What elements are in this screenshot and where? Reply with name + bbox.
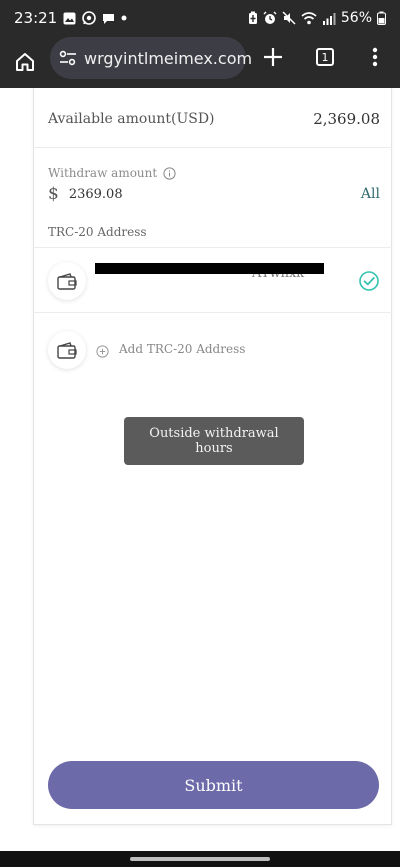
whatsapp-icon: [82, 11, 97, 25]
dot-icon: [121, 15, 127, 21]
battery-saver-icon: [248, 11, 258, 25]
address-list-item[interactable]: AYwhxk: [34, 247, 392, 313]
withdraw-card: Available amount(USD) 2,369.08 Withdraw …: [33, 88, 392, 825]
mute-icon: [282, 11, 296, 25]
withdraw-all-button[interactable]: All: [361, 186, 380, 202]
chat-icon: [102, 12, 115, 25]
home-gesture-handle[interactable]: [130, 857, 270, 861]
more-vert-icon: [372, 47, 378, 67]
battery-percent: 56%: [340, 10, 372, 26]
url-bar[interactable]: wrgyintlmeimex.com: [50, 37, 252, 79]
wifi-icon: [301, 11, 317, 25]
redaction-bar: [95, 263, 324, 274]
wallet-icon: [48, 331, 86, 369]
new-tab-button[interactable]: [258, 42, 288, 72]
add-address-row[interactable]: Add TRC-20 Address: [34, 327, 392, 373]
tab-switcher-button[interactable]: 1: [312, 44, 338, 70]
add-circle-icon: [96, 343, 109, 358]
tab-count: 1: [316, 48, 334, 66]
toast-message: Outside withdrawal hours: [124, 417, 304, 465]
site-settings-icon[interactable]: [58, 49, 78, 67]
url-text: wrgyintlmeimex.com: [84, 48, 253, 68]
check-circle-icon: [358, 270, 380, 292]
trc20-address-title: TRC-20 Address: [48, 225, 147, 239]
add-address-label: Add TRC-20 Address: [119, 342, 246, 356]
withdraw-amount-label-row: Withdraw amount: [48, 166, 176, 180]
divider: [34, 147, 392, 148]
status-bar: 23:21 56%: [0, 0, 400, 36]
submit-button[interactable]: Submit: [48, 761, 379, 809]
image-icon: [63, 12, 76, 25]
status-time: 23:21: [14, 9, 58, 27]
battery-icon: [377, 11, 386, 25]
system-nav-bar: [0, 851, 400, 867]
available-amount-value: 2,369.08: [313, 110, 380, 128]
available-amount-row: Available amount(USD) 2,369.08: [48, 110, 380, 128]
alarm-icon: [263, 11, 277, 25]
signal-icon: [322, 12, 336, 25]
withdraw-amount-input[interactable]: [68, 186, 269, 202]
page-viewport: Available amount(USD) 2,369.08 Withdraw …: [0, 88, 400, 851]
browser-menu-button[interactable]: [364, 42, 386, 72]
available-amount-label: Available amount(USD): [48, 111, 215, 127]
plus-icon: [264, 48, 282, 66]
home-button[interactable]: [0, 36, 50, 88]
browser-toolbar: wrgyintlmeimex.com 1: [0, 36, 400, 88]
currency-symbol: $: [48, 184, 59, 204]
wallet-icon: [48, 262, 86, 300]
withdraw-amount-row: $ All: [48, 184, 380, 204]
home-icon: [16, 53, 34, 71]
withdraw-amount-label: Withdraw amount: [48, 166, 158, 180]
info-icon[interactable]: [163, 166, 176, 180]
